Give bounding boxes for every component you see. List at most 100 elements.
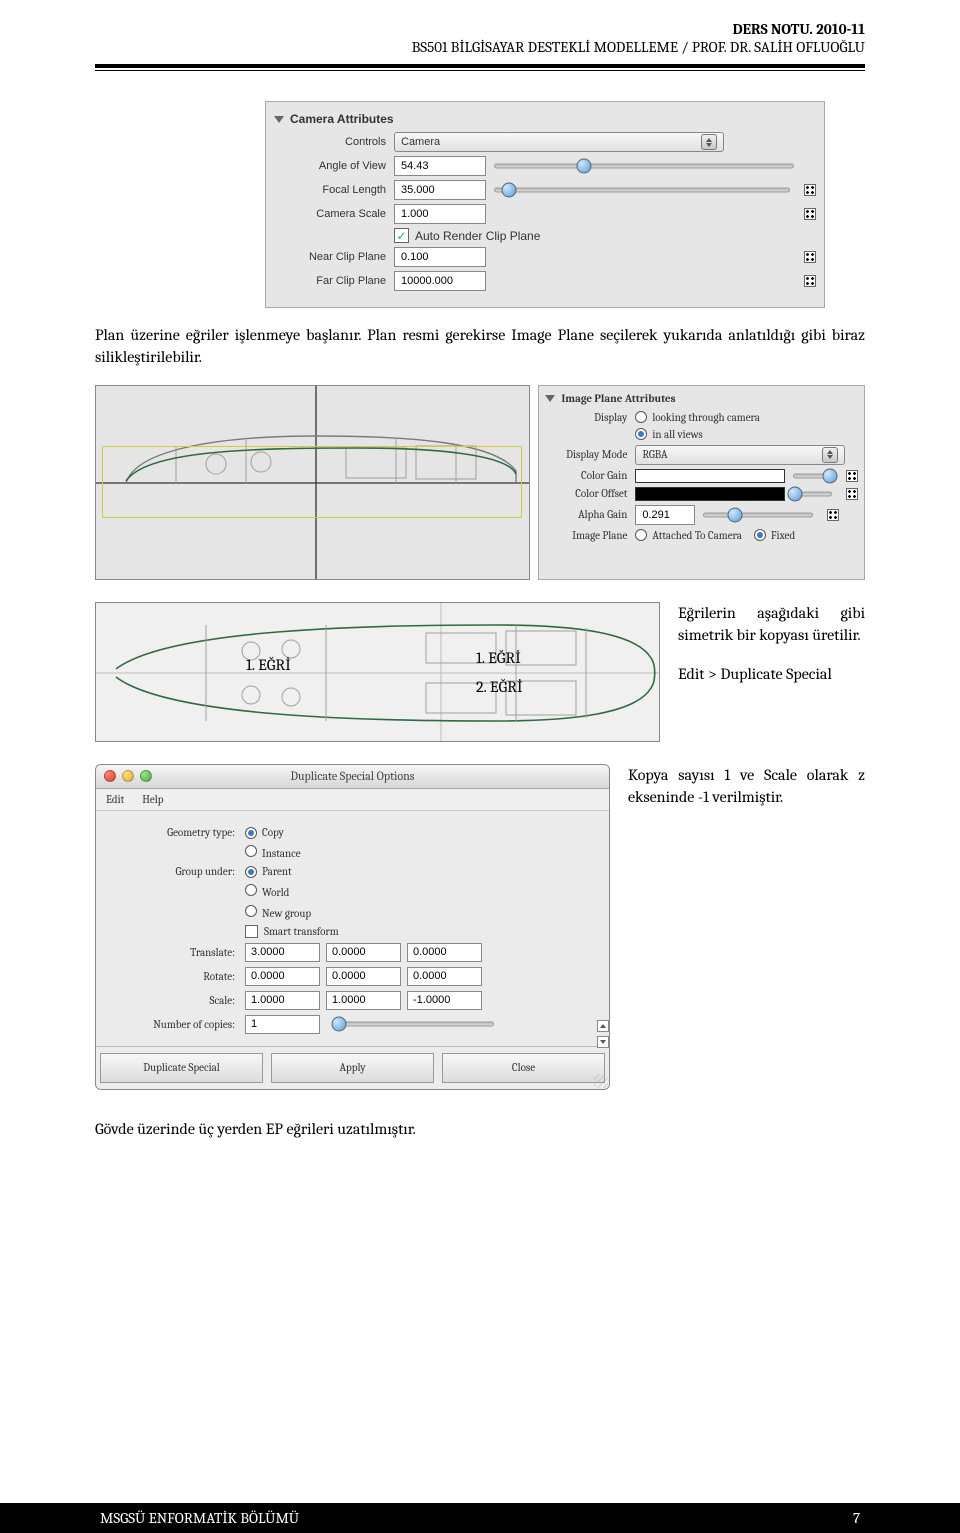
header-line2: BS501 BİLGİSAYAR DESTEKLİ MODELLEME / PR… [95, 38, 865, 56]
angle-label: Angle of View [274, 160, 394, 172]
group-opt-parent: Parent [262, 865, 292, 878]
group-opt-world: World [262, 886, 289, 899]
window-titlebar[interactable]: Duplicate Special Options [96, 765, 609, 789]
plan-viewport[interactable] [95, 385, 530, 580]
scale-input[interactable] [394, 204, 486, 224]
camera-attributes-panel: Camera Attributes Controls Camera Angle … [265, 101, 825, 308]
controls-dropdown[interactable]: Camera [394, 132, 724, 152]
texture-button-icon[interactable] [846, 470, 858, 482]
copies-slider[interactable] [334, 1022, 494, 1026]
group-radio-parent[interactable] [245, 866, 257, 878]
offset-label: Color Offset [545, 487, 635, 500]
apply-button[interactable]: Apply [271, 1053, 434, 1083]
gain-label: Color Gain [545, 469, 635, 482]
selection-marquee [102, 446, 522, 518]
close-button[interactable]: Close [442, 1053, 605, 1083]
window-title: Duplicate Special Options [96, 769, 609, 783]
plane-radio-attached[interactable] [635, 529, 647, 541]
display-opt-all: in all views [652, 428, 702, 441]
translate-x[interactable] [245, 943, 320, 962]
disclosure-triangle-icon [545, 395, 555, 402]
translate-label: Translate: [110, 946, 245, 959]
symmetric-viewport[interactable]: 1. EĞRİ 1. EĞRİ 2. EĞRİ [95, 602, 660, 742]
focal-label: Focal Length [274, 184, 394, 196]
imageplane-panel: Image Plane Attributes Display looking t… [538, 385, 865, 580]
translate-z[interactable] [407, 943, 482, 962]
camera-section-head[interactable]: Camera Attributes [274, 112, 816, 126]
mode-label: Display Mode [545, 448, 635, 461]
scroll-down-icon[interactable] [597, 1036, 609, 1048]
slider-empty [494, 279, 790, 283]
scroll-up-icon[interactable] [597, 1020, 609, 1032]
geom-opt-instance: Instance [262, 847, 301, 860]
texture-button-icon[interactable] [804, 251, 816, 263]
window-menubar: Edit Help [96, 789, 609, 811]
slider-empty [494, 255, 790, 259]
nearclip-input[interactable] [394, 247, 486, 267]
symmetric-drawing [96, 603, 660, 742]
scale-x[interactable] [245, 991, 320, 1010]
menu-edit[interactable]: Edit [106, 793, 124, 806]
autoclip-checkbox[interactable]: ✓ [394, 228, 409, 243]
sidetext-menupath: Edit > Duplicate Special [678, 663, 865, 685]
farclip-input[interactable] [394, 271, 486, 291]
resize-grip-icon[interactable] [594, 1074, 608, 1088]
scale-label: Camera Scale [274, 208, 394, 220]
rotate-y[interactable] [326, 967, 401, 986]
focal-slider[interactable] [494, 188, 790, 192]
gain-slider[interactable] [793, 474, 832, 478]
copies-input[interactable] [245, 1015, 320, 1034]
angle-input[interactable] [394, 156, 486, 176]
display-radio-all[interactable] [635, 428, 647, 440]
plane-label: Image Plane [545, 529, 635, 542]
offset-slider[interactable] [793, 492, 832, 496]
imageplane-section-head[interactable]: Image Plane Attributes [545, 392, 858, 405]
alpha-slider[interactable] [703, 513, 813, 517]
translate-y[interactable] [326, 943, 401, 962]
duplicate-special-button[interactable]: Duplicate Special [100, 1053, 263, 1083]
alpha-label: Alpha Gain [545, 508, 635, 521]
header-rule [95, 64, 865, 68]
sidetext-curves: Eğrilerin aşağıdaki gibi simetrik bir ko… [678, 602, 865, 647]
plane-opt-attached: Attached To Camera [652, 529, 742, 542]
group-radio-world[interactable] [245, 884, 257, 896]
mode-dropdown[interactable]: RGBA [635, 445, 845, 465]
geom-radio-instance[interactable] [245, 845, 257, 857]
menu-help[interactable]: Help [142, 793, 163, 806]
display-opt-camera: looking through camera [652, 411, 760, 424]
group-opt-newgroup: New group [262, 907, 311, 920]
updown-icon [822, 447, 838, 463]
angle-slider[interactable] [494, 164, 794, 168]
texture-button-icon[interactable] [804, 184, 816, 196]
smart-checkbox[interactable] [245, 925, 258, 938]
curve-label-1a: 1. EĞRİ [246, 656, 291, 674]
imageplane-title: Image Plane Attributes [561, 392, 675, 405]
farclip-label: Far Clip Plane [274, 275, 394, 287]
texture-button-icon[interactable] [846, 488, 858, 500]
duplicate-special-window: Duplicate Special Options Edit Help Geom… [95, 764, 610, 1090]
texture-button-icon[interactable] [804, 275, 816, 287]
scale-y[interactable] [326, 991, 401, 1010]
page-footer: MSGSÜ ENFORMATİK BÖLÜMÜ 7 [0, 1503, 960, 1533]
curve-label-1b: 1. EĞRİ [476, 649, 521, 667]
texture-button-icon[interactable] [827, 509, 839, 521]
rotate-z[interactable] [407, 967, 482, 986]
plane-radio-fixed[interactable] [754, 529, 766, 541]
geom-radio-copy[interactable] [245, 827, 257, 839]
focal-input[interactable] [394, 180, 486, 200]
scale-z[interactable] [407, 991, 482, 1010]
color-offset-swatch[interactable] [635, 487, 785, 501]
rotate-x[interactable] [245, 967, 320, 986]
footer-page: 7 [853, 1509, 860, 1527]
plane-opt-fixed: Fixed [771, 529, 795, 542]
group-radio-newgroup[interactable] [245, 905, 257, 917]
scale-label: Scale: [110, 994, 245, 1007]
disclosure-triangle-icon [274, 116, 284, 123]
display-label: Display [545, 411, 635, 424]
display-radio-camera[interactable] [635, 411, 647, 423]
rotate-label: Rotate: [110, 970, 245, 983]
header-line1: DERS NOTU. 2010-11 [95, 20, 865, 38]
color-gain-swatch[interactable] [635, 469, 785, 483]
alpha-input[interactable] [635, 505, 695, 525]
texture-button-icon[interactable] [804, 208, 816, 220]
